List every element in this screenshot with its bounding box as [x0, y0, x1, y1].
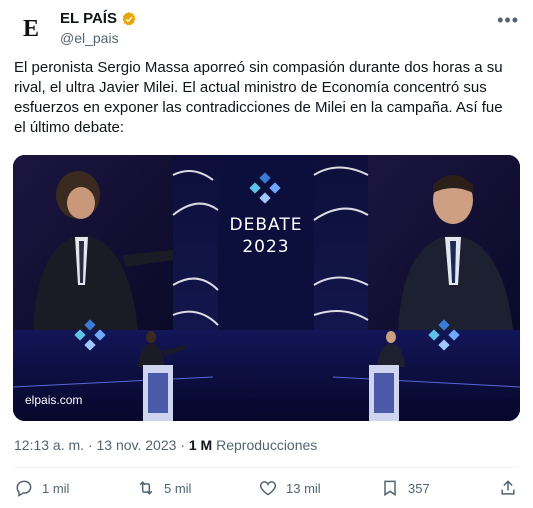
debate-stage-image [13, 155, 520, 421]
media-watermark: elpais.com [25, 393, 83, 407]
tweet-time[interactable]: 12:13 a. m. [14, 437, 84, 453]
more-options-icon[interactable]: ••• [497, 10, 519, 31]
debate-year: 2023 [242, 237, 290, 257]
tweet-text: El peronista Sergio Massa aporreó sin co… [14, 59, 503, 136]
author-name-row[interactable]: EL PAÍS [60, 10, 137, 27]
heart-icon [259, 481, 277, 496]
bookmark-button[interactable]: 357 [380, 478, 430, 498]
reply-count: 1 mil [42, 480, 70, 496]
verified-badge-icon [122, 11, 136, 25]
like-button[interactable]: 13 mil [258, 478, 321, 498]
views-count: 1 M [188, 437, 213, 453]
meta-separator-2: · [180, 437, 185, 453]
retweet-icon [139, 481, 153, 495]
bookmark-count: 357 [408, 480, 430, 496]
avatar-letter: E [22, 15, 39, 42]
tweet-media[interactable]: DEBATE 2023 elpais.com [13, 155, 520, 421]
handle[interactable]: @el_pais [60, 30, 119, 46]
reply-icon [16, 480, 32, 497]
tweet-meta: 12:13 a. m. · 13 nov. 2023 · 1 M Reprodu… [14, 437, 317, 453]
retweet-button[interactable]: 5 mil [136, 478, 191, 498]
views-label: Reproducciones [216, 437, 318, 453]
share-button[interactable] [498, 478, 518, 498]
reply-button[interactable]: 1 mil [14, 478, 69, 498]
divider [14, 467, 519, 468]
bookmark-icon [384, 480, 396, 497]
tweet-date[interactable]: 13 nov. 2023 [97, 437, 177, 453]
share-icon [501, 480, 515, 495]
tweet-card[interactable]: E EL PAÍS @el_pais ••• El peronista Serg… [0, 0, 533, 508]
like-count: 13 mil [286, 480, 321, 496]
retweet-count: 5 mil [164, 480, 192, 496]
action-bar: 1 mil 5 mil 13 mil 357 [14, 478, 520, 502]
display-name[interactable]: EL PAÍS [60, 10, 117, 27]
avatar[interactable]: E [14, 12, 48, 46]
meta-separator: · [87, 437, 93, 453]
debate-title: DEBATE [229, 215, 303, 235]
